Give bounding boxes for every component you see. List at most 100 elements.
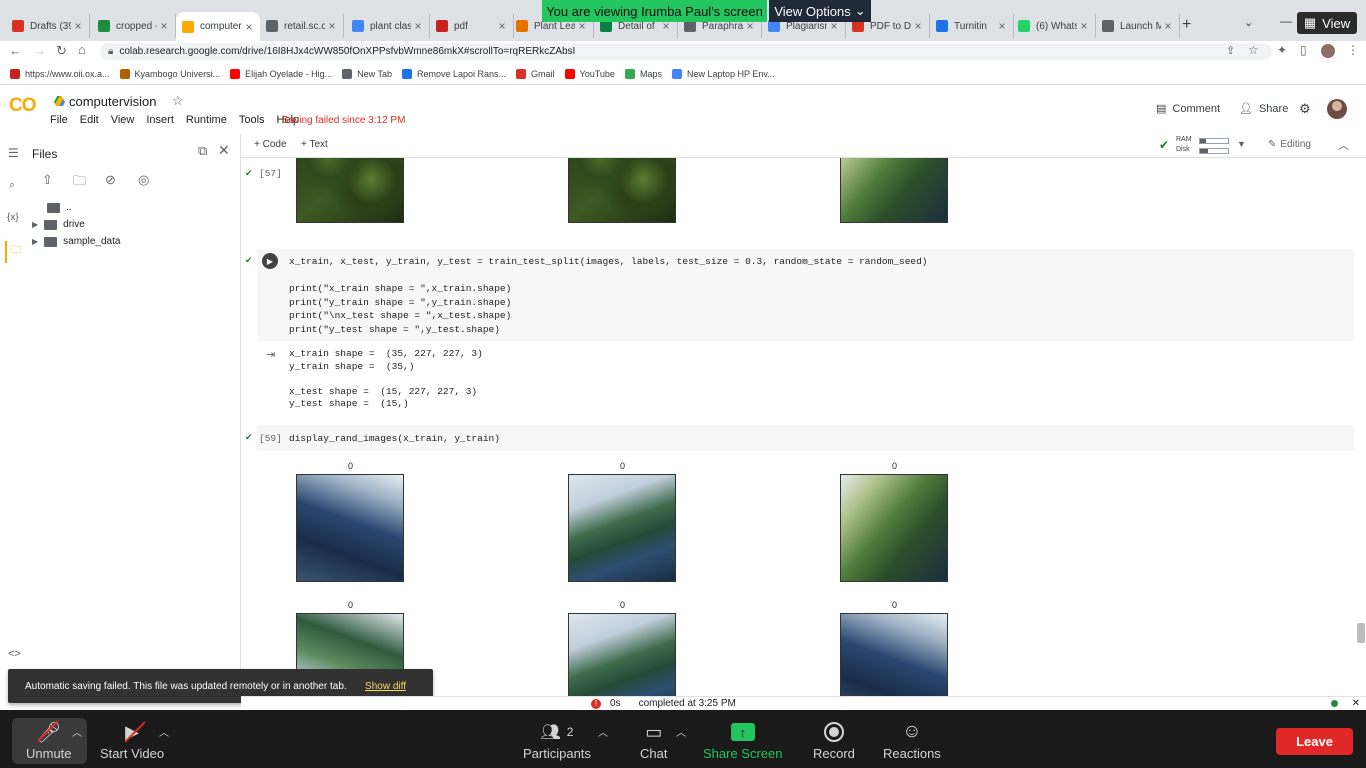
share-button[interactable]: 👤︎ Share: [1239, 102, 1288, 116]
record-button[interactable]: Record: [813, 720, 855, 761]
add-code-button[interactable]: + Code: [254, 139, 287, 150]
menu-item-view[interactable]: View: [111, 114, 135, 126]
tab-close-icon[interactable]: ×: [995, 19, 1009, 33]
tab-close-icon[interactable]: ×: [325, 19, 339, 33]
tab-close-icon[interactable]: ×: [911, 19, 925, 33]
bookmark-item[interactable]: https://www.oii.ox.a...: [10, 68, 110, 79]
open-in-tab-icon[interactable]: ⧉: [198, 143, 207, 159]
hide-files-icon[interactable]: ◎: [138, 172, 149, 188]
browser-tab[interactable]: cropped - ×: [92, 14, 176, 38]
bookmark-item[interactable]: Remove Lapoi Rans...: [402, 68, 506, 79]
menu-item-file[interactable]: File: [50, 114, 68, 126]
saving-status[interactable]: Saving failed since 3:12 PM: [282, 115, 405, 126]
browser-tab[interactable]: retail.sc.co×: [260, 14, 344, 38]
show-diff-link[interactable]: Show diff: [365, 681, 406, 692]
bookmark-star-icon[interactable]: ☆: [1248, 43, 1259, 57]
browser-tab[interactable]: computer ×: [176, 12, 260, 41]
side-panel-icon[interactable]: ▯: [1300, 43, 1307, 57]
chevron-right-icon[interactable]: ▶: [32, 237, 38, 246]
tab-close-icon[interactable]: ×: [242, 20, 256, 34]
share-screen-button[interactable]: ↑ Share Screen: [703, 720, 783, 761]
view-options-button[interactable]: View Options ⌄: [769, 0, 871, 22]
reactions-button[interactable]: ☺︎ Reactions: [883, 720, 941, 761]
extensions-icon[interactable]: ✦: [1277, 43, 1287, 57]
mount-drive-icon[interactable]: ⊘: [105, 172, 116, 188]
menu-item-edit[interactable]: Edit: [80, 114, 99, 126]
menu-item-runtime[interactable]: Runtime: [186, 114, 227, 126]
audio-options-chevron-icon[interactable]: ︿: [72, 724, 82, 739]
browser-tab[interactable]: pdf ×: [430, 14, 514, 38]
bookmark-item[interactable]: New Laptop HP Env...: [671, 68, 775, 79]
bookmark-item[interactable]: YouTube: [564, 68, 615, 79]
add-text-button[interactable]: + Text: [301, 139, 328, 150]
browser-tab[interactable]: Turnitin ×: [930, 14, 1014, 38]
tab-close-icon[interactable]: ×: [71, 19, 85, 33]
chat-button[interactable]: ▭ Chat: [640, 720, 667, 762]
unmute-button[interactable]: 🎤︎ Unmute: [26, 720, 72, 761]
upload-icon[interactable]: ⇧: [42, 172, 53, 188]
bookmark-item[interactable]: New Tab: [342, 68, 392, 79]
output-menu-icon[interactable]: ⇥: [266, 348, 275, 361]
tab-search-icon[interactable]: ⌄: [1244, 16, 1253, 29]
menu-item-insert[interactable]: Insert: [146, 114, 174, 126]
reload-icon[interactable]: ↻: [56, 43, 67, 59]
back-icon[interactable]: ←: [9, 43, 22, 58]
browser-tab[interactable]: (6) Whats ×: [1012, 14, 1096, 38]
notebook-title[interactable]: computervision: [69, 94, 156, 109]
participants-button[interactable]: 👥︎ 2 Participants: [523, 720, 591, 761]
browser-tab[interactable]: plant clas ×: [346, 14, 430, 38]
tab-close-icon[interactable]: ×: [1161, 19, 1175, 33]
share-page-icon[interactable]: ⇪: [1226, 44, 1235, 57]
bookmark-item[interactable]: Kyambogo Universi...: [119, 68, 220, 79]
new-folder-icon[interactable]: 🗀: [73, 172, 86, 194]
home-icon[interactable]: ⌂: [78, 42, 86, 57]
view-button[interactable]: ▦ View: [1297, 12, 1357, 34]
video-options-chevron-icon[interactable]: ︿: [159, 724, 169, 739]
folder-item-sample-data[interactable]: ▶ sample_data: [32, 236, 120, 247]
profile-avatar[interactable]: [1321, 44, 1335, 58]
participants-chevron-icon[interactable]: ︿: [598, 724, 608, 739]
variables-icon[interactable]: {x}: [7, 212, 19, 223]
bookmark-item[interactable]: Maps: [624, 68, 662, 79]
tab-close-icon[interactable]: ×: [411, 19, 425, 33]
code-snippets-icon[interactable]: <>: [8, 648, 21, 660]
new-tab-button[interactable]: +: [1182, 16, 1191, 34]
ram-meter[interactable]: [1199, 138, 1229, 144]
tab-close-icon[interactable]: ×: [157, 19, 171, 33]
leave-button[interactable]: Leave: [1276, 728, 1353, 755]
comment-button[interactable]: ▤ Comment: [1156, 102, 1220, 116]
settings-icon[interactable]: ⚙: [1299, 101, 1311, 117]
chat-chevron-icon[interactable]: ︿: [676, 724, 686, 739]
collapse-header-icon[interactable]: ︿: [1338, 137, 1349, 153]
folder-item-drive[interactable]: ▶ drive: [32, 219, 85, 230]
bookmark-item[interactable]: Gmail: [516, 68, 555, 79]
browser-tab[interactable]: Drafts (39 ×: [6, 14, 90, 38]
browser-menu-icon[interactable]: ⋮: [1347, 43, 1359, 57]
cell-code[interactable]: x_train, x_test, y_train, y_test = train…: [289, 255, 928, 336]
start-video-button[interactable]: ▶︎ Start Video: [100, 720, 164, 761]
minimize-window-button[interactable]: —: [1280, 14, 1292, 28]
runtime-dropdown-icon[interactable]: ▼: [1237, 139, 1246, 149]
bookmark-item[interactable]: Elijah Oyelade - Hig...: [230, 68, 332, 79]
address-bar[interactable]: 🔒︎ colab.research.google.com/drive/16I8HJ…: [100, 43, 1272, 60]
menu-item-tools[interactable]: Tools: [239, 114, 265, 126]
user-avatar[interactable]: [1327, 99, 1347, 119]
colab-logo[interactable]: CO: [9, 95, 36, 117]
forward-icon[interactable]: →: [33, 43, 46, 58]
run-cell-button[interactable]: ▶: [262, 253, 278, 269]
parent-folder-item[interactable]: ..: [47, 202, 72, 213]
search-icon[interactable]: ⌕: [9, 179, 15, 192]
editing-mode-button[interactable]: ✎ Editing: [1268, 139, 1311, 150]
scrollbar-thumb[interactable]: [1357, 623, 1365, 643]
close-icon[interactable]: ✕: [218, 142, 230, 159]
cell-code[interactable]: display_rand_images(x_train, y_train): [289, 433, 500, 444]
browser-tab[interactable]: Launch M ×: [1096, 14, 1180, 38]
disk-meter[interactable]: [1199, 148, 1229, 154]
close-status-icon[interactable]: ✕: [1352, 698, 1360, 709]
folder-rail-icon[interactable]: 🗀: [5, 241, 23, 263]
chevron-right-icon[interactable]: ▶: [32, 220, 38, 229]
tab-close-icon[interactable]: ×: [1077, 19, 1091, 33]
star-icon[interactable]: ☆: [172, 93, 184, 109]
toc-icon[interactable]: ☰: [8, 146, 19, 160]
tab-close-icon[interactable]: ×: [495, 19, 509, 33]
